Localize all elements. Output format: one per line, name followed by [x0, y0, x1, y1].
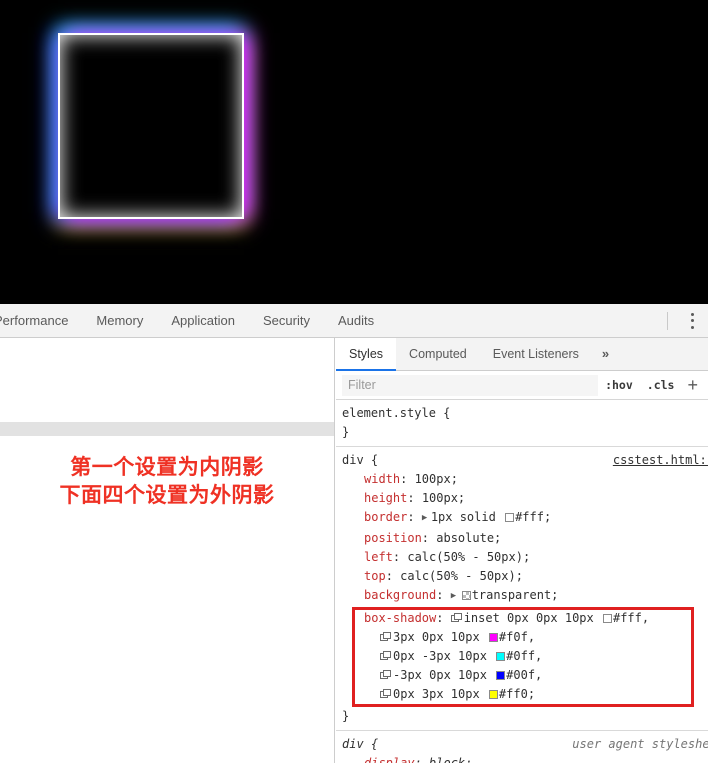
css-property-value: block;: [429, 756, 473, 763]
rule-selector[interactable]: div {: [342, 735, 378, 754]
shadow-color-text[interactable]: #f0f,: [499, 630, 535, 644]
tab-application[interactable]: Application: [157, 304, 249, 337]
color-swatch[interactable]: [488, 690, 498, 699]
css-declaration-height[interactable]: height: 100px;: [342, 489, 708, 508]
css-property-name[interactable]: left: [364, 550, 393, 564]
css-property-name: display: [364, 756, 415, 763]
css-property-value[interactable]: calc(50% - 50px);: [400, 569, 523, 583]
css-property-value[interactable]: 100px;: [415, 472, 458, 486]
color-swatch[interactable]: [496, 671, 506, 680]
rule-close-brace: }: [342, 425, 350, 439]
color-swatch[interactable]: [488, 633, 498, 642]
selected-node-highlight: [0, 422, 334, 436]
css-rule-div-user-agent: div { user agent stylesheet display: blo…: [336, 731, 708, 763]
css-declaration-position[interactable]: position: absolute;: [342, 529, 708, 548]
rule-selector-line: element.style {: [342, 404, 708, 423]
shadow-value-text[interactable]: -3px 0px 10px: [393, 668, 494, 682]
css-property-value[interactable]: #fff;: [515, 510, 551, 524]
rule-selector-line: div { user agent stylesheet: [342, 735, 708, 754]
tab-event-listeners[interactable]: Event Listeners: [480, 338, 592, 370]
tab-performance[interactable]: Performance: [0, 304, 82, 337]
shadow-value-text[interactable]: 3px 0px 10px: [393, 630, 487, 644]
rule-selector-line: div { csstest.html:1: [342, 451, 708, 470]
kebab-dot: [690, 319, 694, 322]
more-tabs-icon[interactable]: »: [592, 338, 619, 370]
css-declaration-top[interactable]: top: calc(50% - 50px);: [342, 567, 708, 586]
css-declaration-background[interactable]: background: ▶ transparent;: [342, 586, 708, 607]
chevron-right-icon[interactable]: ▶: [422, 509, 431, 528]
css-property-value[interactable]: calc(50% - 50px);: [407, 550, 530, 564]
css-box-shadow-layer[interactable]: 0px -3px 10px #0ff,: [342, 647, 708, 666]
tab-styles[interactable]: Styles: [336, 338, 397, 371]
kebab-dot: [690, 312, 694, 316]
shadow-color-text[interactable]: #0ff,: [506, 649, 542, 663]
shadow-editor-icon[interactable]: [380, 651, 391, 661]
shadow-value-text[interactable]: inset 0px 0px 10px: [464, 611, 601, 625]
kebab-menu-icon[interactable]: [684, 312, 700, 330]
shadow-color-text[interactable]: #00f,: [506, 668, 542, 682]
hov-toggle-button[interactable]: :hov: [598, 378, 640, 392]
kebab-dot: [690, 325, 694, 329]
css-rules-area: element.style { } div { csstest.html:1 w…: [336, 400, 708, 763]
page-viewport: [0, 0, 708, 304]
elements-tree-pane: 第一个设置为内阴影 下面四个设置为外阴影: [0, 338, 335, 763]
css-property-name[interactable]: position: [364, 531, 422, 545]
rule-selector[interactable]: element.style {: [342, 404, 450, 423]
shadow-editor-icon[interactable]: [380, 632, 391, 642]
shadow-editor-icon[interactable]: [380, 689, 391, 699]
shadow-color-text[interactable]: #fff,: [613, 611, 649, 625]
annotation-line-2: 下面四个设置为外阴影: [59, 483, 275, 507]
annotation-overlay: 第一个设置为内阴影 下面四个设置为外阴影: [0, 453, 334, 509]
css-property-value[interactable]: absolute;: [436, 531, 501, 545]
css-property-name[interactable]: box-shadow: [364, 611, 436, 625]
css-declaration-border[interactable]: border: ▶ 1px solid #fff;: [342, 508, 708, 529]
css-property-name[interactable]: top: [364, 569, 386, 583]
tab-memory[interactable]: Memory: [82, 304, 157, 337]
shadow-value-text[interactable]: 0px -3px 10px: [393, 649, 494, 663]
shadow-value-text[interactable]: 0px 3px 10px: [393, 687, 487, 701]
styles-filter-row: :hov .cls +: [336, 371, 708, 400]
color-swatch[interactable]: [602, 614, 612, 623]
devtools-tabbar-right: [667, 304, 708, 337]
new-style-rule-button[interactable]: +: [681, 376, 702, 394]
styles-sidebar: Styles Computed Event Listeners » :hov .…: [336, 338, 708, 763]
css-property-name[interactable]: height: [364, 491, 407, 505]
shadow-editor-icon[interactable]: [380, 670, 391, 680]
css-declaration-box-shadow[interactable]: box-shadow: inset 0px 0px 10px #fff,: [342, 609, 708, 628]
css-box-shadow-layer[interactable]: -3px 0px 10px #00f,: [342, 666, 708, 685]
shadow-editor-icon[interactable]: [450, 613, 462, 623]
glowing-shadow-box: [58, 33, 244, 219]
css-property-name[interactable]: border: [364, 510, 407, 524]
annotation-line-1: 第一个设置为内阴影: [70, 455, 264, 479]
toolbar-divider: [667, 311, 668, 330]
devtools-tabbar: Performance Memory Application Security …: [0, 304, 708, 338]
css-property-name[interactable]: width: [364, 472, 400, 486]
box-shadow-declaration-group: box-shadow: inset 0px 0px 10px #fff, 3px…: [342, 607, 708, 707]
shadow-color-text[interactable]: #ff0;: [499, 687, 535, 701]
css-declaration-width[interactable]: width: 100px;: [342, 470, 708, 489]
css-box-shadow-layer[interactable]: 0px 3px 10px #ff0;: [342, 685, 708, 704]
tab-security[interactable]: Security: [249, 304, 324, 337]
chevron-right-icon[interactable]: ▶: [451, 587, 460, 606]
css-property-value[interactable]: 100px;: [422, 491, 465, 505]
color-swatch[interactable]: [505, 513, 515, 522]
cls-toggle-button[interactable]: .cls: [640, 378, 682, 392]
css-rule-div-author: div { csstest.html:1 width: 100px; heigh…: [336, 447, 708, 731]
css-rule-element-style: element.style { }: [336, 400, 708, 447]
styles-sidebar-tabbar: Styles Computed Event Listeners »: [336, 338, 708, 371]
tab-audits[interactable]: Audits: [324, 304, 388, 337]
css-box-shadow-layer[interactable]: 3px 0px 10px #f0f,: [342, 628, 708, 647]
tab-computed[interactable]: Computed: [396, 338, 480, 370]
color-swatch[interactable]: [496, 652, 506, 661]
css-declaration-left[interactable]: left: calc(50% - 50px);: [342, 548, 708, 567]
rule-selector[interactable]: div {: [342, 451, 378, 470]
css-property-name[interactable]: background: [364, 588, 436, 602]
rule-origin-label: user agent stylesheet: [572, 737, 708, 751]
css-declaration-display: display: block;: [342, 754, 708, 763]
rule-origin-link[interactable]: csstest.html:1: [613, 451, 708, 470]
rule-close-brace: }: [342, 709, 350, 723]
filter-input[interactable]: [342, 374, 599, 396]
color-swatch[interactable]: [461, 591, 471, 600]
css-property-value[interactable]: transparent;: [472, 588, 559, 602]
